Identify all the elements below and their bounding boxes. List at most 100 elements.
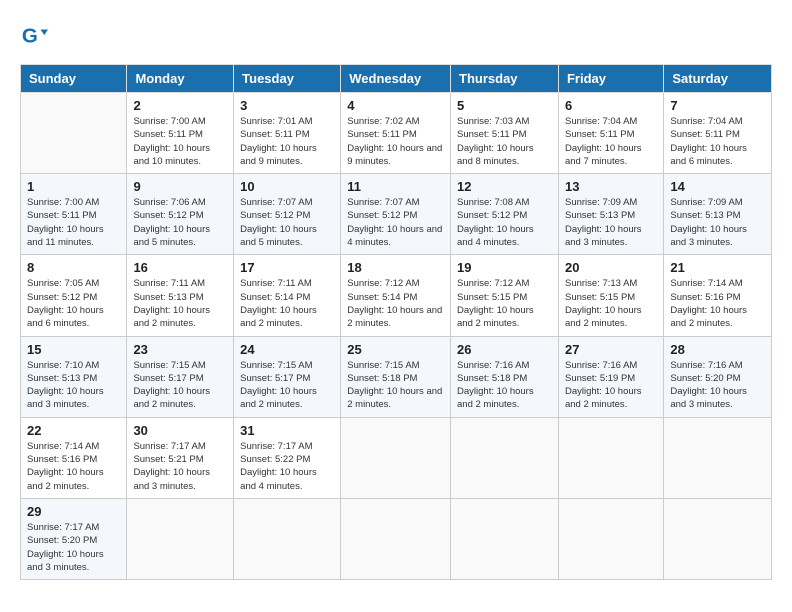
calendar-cell: 11 Sunrise: 7:07 AMSunset: 5:12 PMDaylig… [341, 174, 451, 255]
logo-icon: G [20, 22, 48, 50]
day-info: Sunrise: 7:06 AMSunset: 5:12 PMDaylight:… [133, 197, 210, 248]
page-header: G [20, 20, 772, 48]
day-number: 21 [670, 260, 765, 275]
day-info: Sunrise: 7:12 AMSunset: 5:14 PMDaylight:… [347, 278, 442, 329]
day-header-sunday: Sunday [21, 65, 127, 93]
calendar-cell: 27 Sunrise: 7:16 AMSunset: 5:19 PMDaylig… [558, 336, 663, 417]
calendar-cell: 19 Sunrise: 7:12 AMSunset: 5:15 PMDaylig… [451, 255, 559, 336]
day-number: 22 [27, 423, 120, 438]
calendar-header-row: SundayMondayTuesdayWednesdayThursdayFrid… [21, 65, 772, 93]
day-info: Sunrise: 7:17 AMSunset: 5:20 PMDaylight:… [27, 522, 104, 573]
day-number: 26 [457, 342, 552, 357]
day-info: Sunrise: 7:05 AMSunset: 5:12 PMDaylight:… [27, 278, 104, 329]
day-number: 8 [27, 260, 120, 275]
day-info: Sunrise: 7:09 AMSunset: 5:13 PMDaylight:… [670, 197, 747, 248]
day-info: Sunrise: 7:14 AMSunset: 5:16 PMDaylight:… [27, 441, 104, 492]
calendar-cell: 23 Sunrise: 7:15 AMSunset: 5:17 PMDaylig… [127, 336, 234, 417]
calendar-week-row: 1 Sunrise: 7:00 AMSunset: 5:11 PMDayligh… [21, 174, 772, 255]
day-info: Sunrise: 7:15 AMSunset: 5:17 PMDaylight:… [240, 360, 317, 411]
calendar-cell: 31 Sunrise: 7:17 AMSunset: 5:22 PMDaylig… [234, 417, 341, 498]
day-info: Sunrise: 7:17 AMSunset: 5:21 PMDaylight:… [133, 441, 210, 492]
calendar-cell: 17 Sunrise: 7:11 AMSunset: 5:14 PMDaylig… [234, 255, 341, 336]
calendar-week-row: 8 Sunrise: 7:05 AMSunset: 5:12 PMDayligh… [21, 255, 772, 336]
logo: G [20, 20, 52, 48]
calendar-cell: 21 Sunrise: 7:14 AMSunset: 5:16 PMDaylig… [664, 255, 772, 336]
day-info: Sunrise: 7:02 AMSunset: 5:11 PMDaylight:… [347, 116, 442, 167]
calendar-cell: 2 Sunrise: 7:00 AMSunset: 5:11 PMDayligh… [127, 93, 234, 174]
day-number: 20 [565, 260, 657, 275]
day-info: Sunrise: 7:11 AMSunset: 5:14 PMDaylight:… [240, 278, 317, 329]
calendar-week-row: 2 Sunrise: 7:00 AMSunset: 5:11 PMDayligh… [21, 93, 772, 174]
day-info: Sunrise: 7:16 AMSunset: 5:19 PMDaylight:… [565, 360, 642, 411]
calendar-cell: 1 Sunrise: 7:00 AMSunset: 5:11 PMDayligh… [21, 174, 127, 255]
day-info: Sunrise: 7:03 AMSunset: 5:11 PMDaylight:… [457, 116, 534, 167]
calendar-cell: 24 Sunrise: 7:15 AMSunset: 5:17 PMDaylig… [234, 336, 341, 417]
day-info: Sunrise: 7:01 AMSunset: 5:11 PMDaylight:… [240, 116, 317, 167]
day-number: 7 [670, 98, 765, 113]
day-info: Sunrise: 7:10 AMSunset: 5:13 PMDaylight:… [27, 360, 104, 411]
calendar-week-row: 29 Sunrise: 7:17 AMSunset: 5:20 PMDaylig… [21, 498, 772, 579]
calendar-cell: 18 Sunrise: 7:12 AMSunset: 5:14 PMDaylig… [341, 255, 451, 336]
day-number: 15 [27, 342, 120, 357]
day-number: 2 [133, 98, 227, 113]
day-header-tuesday: Tuesday [234, 65, 341, 93]
day-info: Sunrise: 7:13 AMSunset: 5:15 PMDaylight:… [565, 278, 642, 329]
calendar-cell: 25 Sunrise: 7:15 AMSunset: 5:18 PMDaylig… [341, 336, 451, 417]
day-number: 12 [457, 179, 552, 194]
day-info: Sunrise: 7:04 AMSunset: 5:11 PMDaylight:… [670, 116, 747, 167]
day-number: 10 [240, 179, 334, 194]
day-number: 16 [133, 260, 227, 275]
day-number: 4 [347, 98, 444, 113]
calendar-cell [234, 498, 341, 579]
calendar-week-row: 22 Sunrise: 7:14 AMSunset: 5:16 PMDaylig… [21, 417, 772, 498]
day-header-monday: Monday [127, 65, 234, 93]
svg-text:G: G [22, 25, 38, 48]
day-info: Sunrise: 7:14 AMSunset: 5:16 PMDaylight:… [670, 278, 747, 329]
calendar-cell [664, 417, 772, 498]
calendar-cell: 7 Sunrise: 7:04 AMSunset: 5:11 PMDayligh… [664, 93, 772, 174]
day-info: Sunrise: 7:00 AMSunset: 5:11 PMDaylight:… [27, 197, 104, 248]
calendar-cell [341, 498, 451, 579]
day-number: 24 [240, 342, 334, 357]
day-info: Sunrise: 7:16 AMSunset: 5:18 PMDaylight:… [457, 360, 534, 411]
day-number: 29 [27, 504, 120, 519]
calendar-cell: 8 Sunrise: 7:05 AMSunset: 5:12 PMDayligh… [21, 255, 127, 336]
day-number: 5 [457, 98, 552, 113]
day-header-wednesday: Wednesday [341, 65, 451, 93]
calendar-cell: 15 Sunrise: 7:10 AMSunset: 5:13 PMDaylig… [21, 336, 127, 417]
day-info: Sunrise: 7:11 AMSunset: 5:13 PMDaylight:… [133, 278, 210, 329]
calendar-cell [341, 417, 451, 498]
calendar-cell: 26 Sunrise: 7:16 AMSunset: 5:18 PMDaylig… [451, 336, 559, 417]
day-info: Sunrise: 7:16 AMSunset: 5:20 PMDaylight:… [670, 360, 747, 411]
day-number: 31 [240, 423, 334, 438]
day-header-thursday: Thursday [451, 65, 559, 93]
day-number: 11 [347, 179, 444, 194]
calendar-cell: 16 Sunrise: 7:11 AMSunset: 5:13 PMDaylig… [127, 255, 234, 336]
day-info: Sunrise: 7:15 AMSunset: 5:18 PMDaylight:… [347, 360, 442, 411]
day-number: 25 [347, 342, 444, 357]
calendar-cell: 30 Sunrise: 7:17 AMSunset: 5:21 PMDaylig… [127, 417, 234, 498]
calendar-cell: 5 Sunrise: 7:03 AMSunset: 5:11 PMDayligh… [451, 93, 559, 174]
calendar-cell [127, 498, 234, 579]
day-info: Sunrise: 7:07 AMSunset: 5:12 PMDaylight:… [240, 197, 317, 248]
day-info: Sunrise: 7:15 AMSunset: 5:17 PMDaylight:… [133, 360, 210, 411]
day-number: 17 [240, 260, 334, 275]
day-info: Sunrise: 7:08 AMSunset: 5:12 PMDaylight:… [457, 197, 534, 248]
calendar-cell: 4 Sunrise: 7:02 AMSunset: 5:11 PMDayligh… [341, 93, 451, 174]
calendar-week-row: 15 Sunrise: 7:10 AMSunset: 5:13 PMDaylig… [21, 336, 772, 417]
calendar-cell [558, 498, 663, 579]
day-number: 23 [133, 342, 227, 357]
day-number: 13 [565, 179, 657, 194]
day-number: 28 [670, 342, 765, 357]
day-info: Sunrise: 7:12 AMSunset: 5:15 PMDaylight:… [457, 278, 534, 329]
calendar-cell: 14 Sunrise: 7:09 AMSunset: 5:13 PMDaylig… [664, 174, 772, 255]
calendar-cell [664, 498, 772, 579]
calendar-cell: 9 Sunrise: 7:06 AMSunset: 5:12 PMDayligh… [127, 174, 234, 255]
calendar-cell [451, 498, 559, 579]
day-info: Sunrise: 7:07 AMSunset: 5:12 PMDaylight:… [347, 197, 442, 248]
day-info: Sunrise: 7:17 AMSunset: 5:22 PMDaylight:… [240, 441, 317, 492]
calendar-cell: 20 Sunrise: 7:13 AMSunset: 5:15 PMDaylig… [558, 255, 663, 336]
day-number: 3 [240, 98, 334, 113]
day-number: 6 [565, 98, 657, 113]
day-number: 19 [457, 260, 552, 275]
